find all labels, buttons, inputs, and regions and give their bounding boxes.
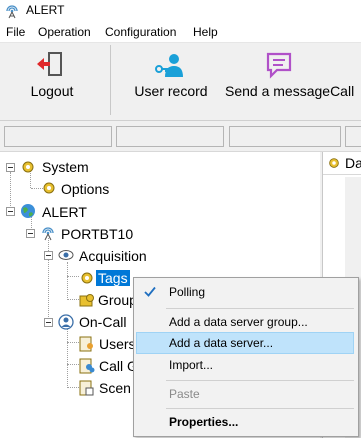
users-list-icon xyxy=(79,336,93,352)
call-group-icon xyxy=(79,358,95,374)
tree-connector xyxy=(10,172,11,208)
context-menu: Polling Add a data server group... Add a… xyxy=(133,277,359,437)
menu-file[interactable]: File xyxy=(6,25,25,39)
tree-connector xyxy=(67,364,79,365)
antenna-icon xyxy=(42,227,54,241)
menu-help[interactable]: Help xyxy=(193,25,218,39)
menu-item-paste[interactable]: Paste xyxy=(136,383,354,405)
menu-separator xyxy=(166,380,354,381)
user-record-label: User record xyxy=(134,83,208,99)
toolbar: Logout User record Send a messageCall xyxy=(0,43,361,121)
logout-button[interactable]: Logout xyxy=(10,43,94,119)
send-message-button[interactable]: Send a messageCall xyxy=(224,43,361,119)
menu-operation[interactable]: Operation xyxy=(38,25,91,39)
user-circle-icon xyxy=(58,314,74,330)
status-cell xyxy=(229,126,341,147)
menu-configuration[interactable]: Configuration xyxy=(105,25,176,39)
send-message-label: Send a messageCall xyxy=(225,83,355,99)
tree-connector xyxy=(67,342,79,343)
expander-oncall[interactable] xyxy=(44,318,53,327)
status-cell xyxy=(116,126,224,147)
tree-connector xyxy=(67,328,68,388)
expander-acquisition[interactable] xyxy=(44,251,53,260)
tree-connector xyxy=(67,276,79,277)
tree-connector xyxy=(67,387,79,388)
toolbar-separator xyxy=(110,45,111,115)
detail-pane-title: Da xyxy=(345,155,361,171)
expander-system[interactable] xyxy=(6,163,15,172)
globe-icon xyxy=(21,204,35,218)
tree-connector xyxy=(67,299,79,300)
menu-bar: File Operation Configuration Help xyxy=(0,22,361,43)
title-bar: ALERT xyxy=(0,0,361,22)
menu-item-properties[interactable]: Properties... xyxy=(136,411,354,433)
app-antenna-icon xyxy=(6,5,18,19)
status-strip xyxy=(0,121,361,152)
gear-icon xyxy=(81,272,93,284)
menu-item-import[interactable]: Import... xyxy=(136,354,354,376)
gear-icon xyxy=(329,158,339,168)
expander-alert[interactable] xyxy=(6,207,15,216)
gear-icon xyxy=(43,182,55,194)
checkmark-icon xyxy=(144,286,156,297)
status-cell xyxy=(345,126,361,147)
logout-icon xyxy=(37,52,62,76)
window-title: ALERT xyxy=(26,3,65,17)
detail-pane-header: Da xyxy=(323,152,361,175)
gear-folder-icon xyxy=(79,294,94,307)
scenario-icon xyxy=(79,380,94,396)
menu-item-add-server[interactable]: Add a data server... xyxy=(136,332,354,354)
message-icon xyxy=(266,52,292,79)
user-key-icon xyxy=(155,54,183,77)
menu-item-polling[interactable]: Polling xyxy=(136,281,354,303)
menu-separator xyxy=(166,308,354,309)
eye-icon xyxy=(58,250,74,260)
menu-item-add-server-group[interactable]: Add a data server group... xyxy=(136,311,354,333)
status-cell xyxy=(4,126,112,147)
tree-connector xyxy=(67,262,68,300)
menu-separator xyxy=(166,408,354,409)
expander-portbt10[interactable] xyxy=(26,229,35,238)
logout-label: Logout xyxy=(30,83,74,99)
user-record-button[interactable]: User record xyxy=(125,43,217,119)
gear-folder-icon xyxy=(22,161,34,173)
